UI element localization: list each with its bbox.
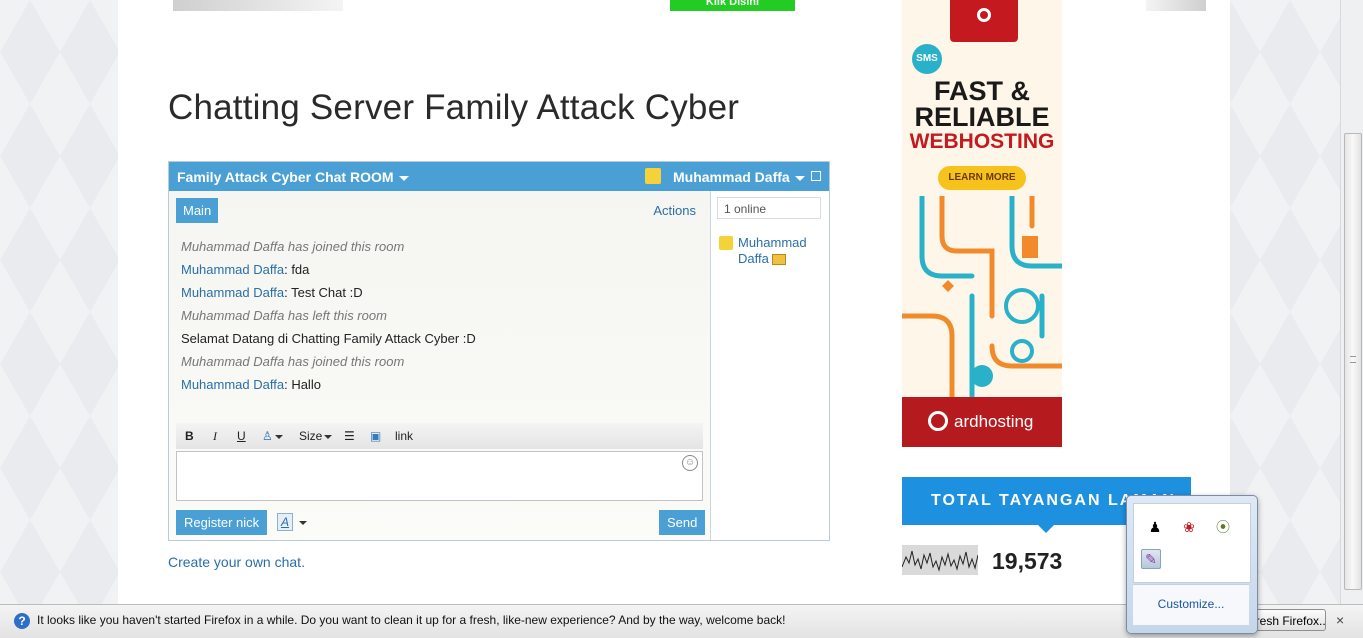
font-size-dropdown[interactable]: Size	[299, 429, 333, 443]
pen-tray-icon[interactable]: ✎	[1141, 549, 1161, 569]
message-text: Muhammad Daffa has joined this room	[181, 239, 405, 254]
chevron-down-icon	[324, 434, 333, 439]
smiley-icon[interactable]: ☺	[682, 455, 698, 471]
webhosting-ad[interactable]: SMS FAST & RELIABLE WEBHOSTING LEARN MOR…	[902, 0, 1062, 447]
learn-more-button[interactable]: LEARN MORE	[938, 166, 1026, 190]
room-title-label: Family Attack Cyber Chat ROOM	[177, 169, 394, 185]
message-list: Muhammad Daffa has joined this room Muham…	[181, 235, 691, 396]
user-name-label: Muhammad Daffa	[673, 169, 790, 185]
chat-message: Muhammad Daffa has joined this room	[181, 350, 691, 373]
paint-bucket-icon[interactable]: ♙	[262, 429, 283, 443]
chat-header: Family Attack Cyber Chat ROOM Muhammad D…	[169, 162, 829, 191]
ad-footer: ardhosting	[902, 397, 1062, 447]
online-user-item[interactable]: Muhammad Daffa	[738, 235, 826, 267]
register-nick-button[interactable]: Register nick	[176, 510, 268, 535]
message-text: : fda	[284, 262, 310, 277]
ad-headline-line1: FAST &	[933, 76, 1030, 106]
ad-brand-name: ardhosting	[954, 412, 1034, 431]
message-text: Selamat Datang di Chatting Family Attack…	[181, 331, 476, 346]
actions-link[interactable]: Actions	[653, 203, 696, 218]
chat-message: Selamat Datang di Chatting Family Attack…	[181, 327, 691, 350]
italic-button[interactable]: I	[213, 429, 217, 444]
top-ad-strip-left	[173, 0, 343, 11]
ad-headline-line2: RELIABLE	[914, 102, 1050, 132]
room-title-dropdown[interactable]: Family Attack Cyber Chat ROOM	[177, 169, 409, 185]
chat-message: Muhammad Daffa: Hallo	[181, 373, 691, 396]
customize-link[interactable]: Customize...	[1133, 597, 1249, 611]
banner-notch	[1038, 525, 1054, 533]
scroll-grip-icon	[1350, 356, 1356, 363]
image-icon[interactable]: ▣	[370, 429, 381, 443]
bold-button[interactable]: B	[185, 429, 194, 443]
create-chat-link[interactable]: Create your own chat.	[168, 554, 305, 570]
message-author-link[interactable]: Muhammad Daffa	[181, 262, 284, 277]
ad-circuit-graphic	[902, 196, 1062, 397]
ardhosting-logo-icon	[928, 411, 948, 431]
crown-icon	[771, 254, 786, 266]
person-tray-icon[interactable]: ♟	[1146, 518, 1164, 536]
bug-tray-icon[interactable]: ❀	[1180, 518, 1198, 536]
post-title: Chatting Server Family Attack Cyber	[168, 88, 740, 127]
chat-message: Muhammad Daffa has left this room	[181, 304, 691, 327]
message-text: : Hallo	[284, 377, 321, 392]
ardhosting-logo-icon	[977, 8, 991, 22]
chevron-down-icon	[794, 175, 805, 181]
chat-message: Muhammad Daffa has joined this room	[181, 235, 691, 258]
chevron-down-icon	[274, 434, 283, 439]
notification-message: It looks like you haven't started Firefo…	[37, 613, 786, 627]
online-count: 1 online	[717, 197, 821, 219]
chat-main-pane: Main Actions Muhammad Daffa has joined t…	[169, 191, 711, 540]
send-button[interactable]: Send	[659, 510, 706, 535]
chat-message: Muhammad Daffa: fda	[181, 258, 691, 281]
chat-message: Muhammad Daffa: Test Chat :D	[181, 281, 691, 304]
minimize-chat-button[interactable]	[811, 171, 821, 181]
top-ad-strip-right	[1146, 0, 1206, 11]
close-icon[interactable]: ×	[1336, 612, 1344, 628]
message-text: Muhammad Daffa has joined this room	[181, 354, 405, 369]
page-scrollbar[interactable]	[1340, 0, 1363, 604]
chat-widget: Family Attack Cyber Chat ROOM Muhammad D…	[168, 161, 830, 541]
views-sparkline	[902, 545, 978, 575]
message-author-link[interactable]: Muhammad Daffa	[181, 285, 284, 300]
user-avatar-icon	[645, 168, 661, 184]
total-views-count: 19,573	[992, 548, 1063, 574]
underline-button[interactable]: U	[237, 429, 246, 443]
link-button[interactable]: link	[395, 429, 413, 443]
chevron-down-icon	[398, 175, 409, 181]
tray-footer: Customize...	[1133, 584, 1249, 625]
tab-main[interactable]: Main	[176, 198, 219, 223]
font-color-button[interactable]: A	[277, 513, 293, 531]
system-tray-overflow: ♟ ❀ ⦿ ✎ Customize...	[1126, 495, 1258, 634]
message-author-link[interactable]: Muhammad Daffa	[181, 377, 284, 392]
font-size-label: Size	[299, 429, 323, 443]
tray-icon-grid: ♟ ❀ ⦿ ✎	[1133, 503, 1251, 583]
online-users-pane: 1 online Muhammad Daffa	[711, 191, 829, 540]
message-text: : Test Chat :D	[284, 285, 363, 300]
bullet-list-icon[interactable]: ☰	[344, 429, 355, 443]
scrollbar-thumb[interactable]	[1344, 133, 1362, 590]
badge-tray-icon[interactable]: ⦿	[1214, 518, 1232, 536]
editor-toolbar: B I U ♙ Size ☰ ▣ link	[176, 423, 703, 449]
message-input[interactable]: ☺	[176, 451, 703, 501]
user-avatar-icon	[719, 236, 733, 250]
chevron-down-icon[interactable]	[299, 521, 307, 525]
ad-logo	[950, 0, 1018, 42]
sms-bubble-icon: SMS	[912, 44, 942, 74]
question-icon: ?	[14, 613, 30, 629]
message-text: Muhammad Daffa has left this room	[181, 308, 387, 323]
user-menu-dropdown[interactable]: Muhammad Daffa	[673, 169, 805, 185]
klik-disini-button[interactable]: Klik Disini	[670, 0, 795, 11]
ad-headline-line3: WEBHOSTING	[909, 130, 1055, 153]
